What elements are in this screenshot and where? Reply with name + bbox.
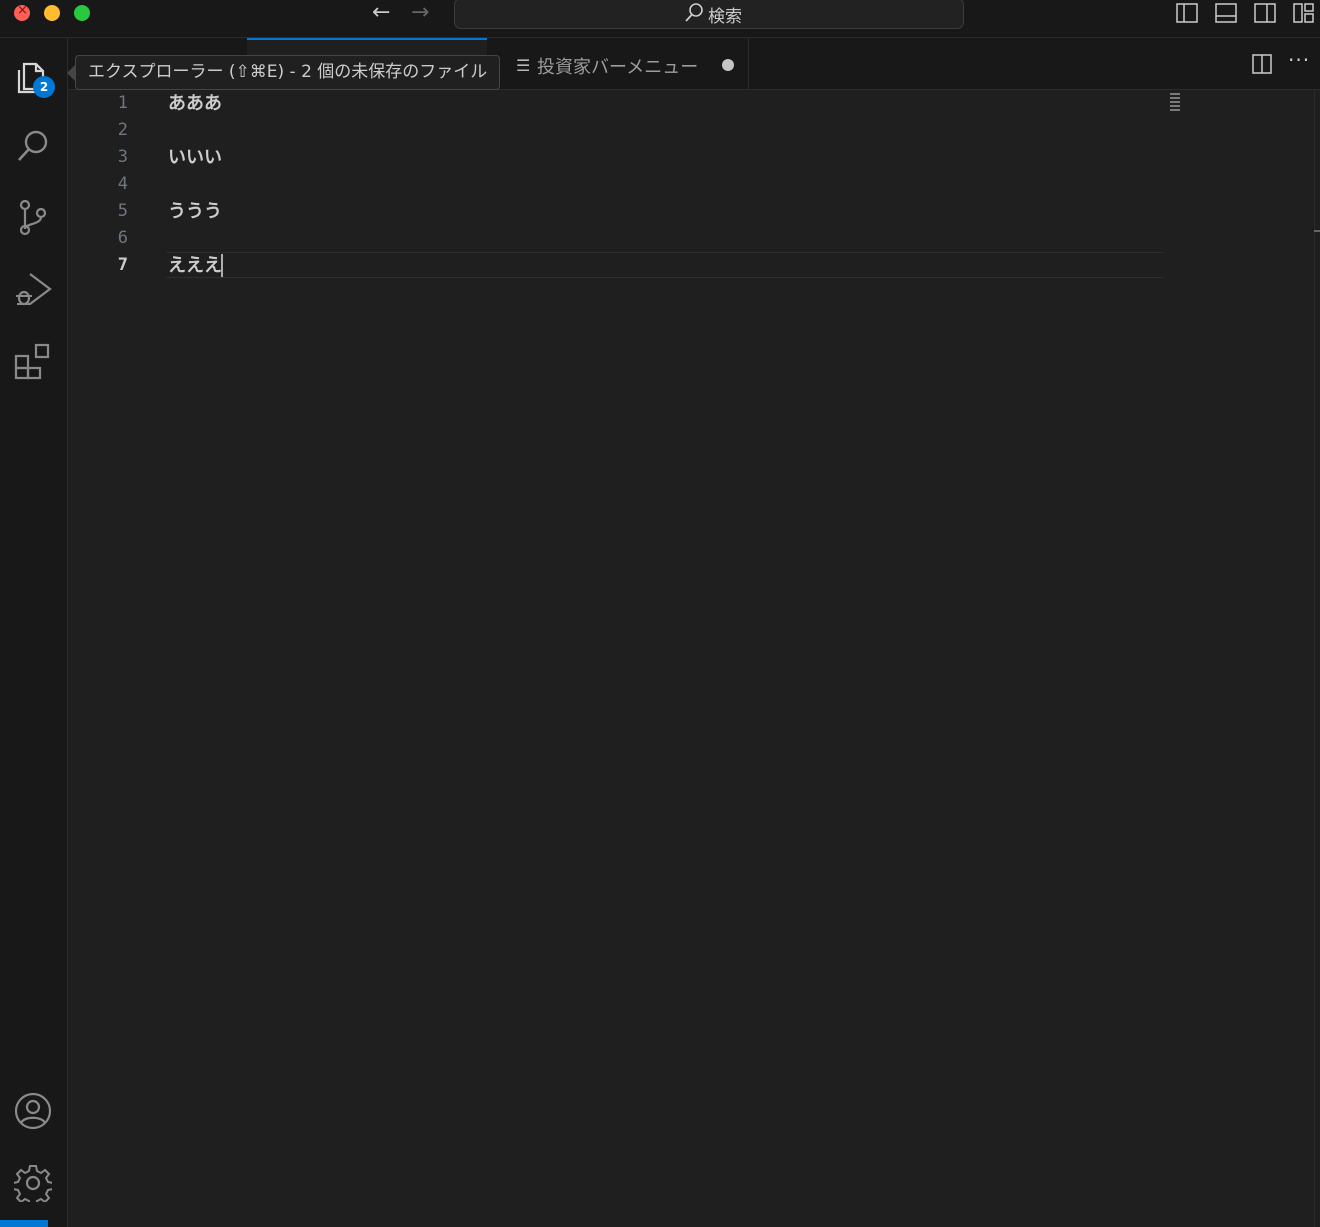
code-line[interactable]: 1 あああ xyxy=(68,90,1168,117)
tooltip-arrow xyxy=(67,65,75,81)
gear-icon[interactable] xyxy=(14,1164,52,1202)
search-label: 検索 xyxy=(708,7,742,27)
search-icon xyxy=(685,3,703,22)
code-line[interactable]: 4 xyxy=(68,171,1168,198)
toggle-primary-sidebar-icon[interactable] xyxy=(1176,3,1198,23)
vertical-scrollbar[interactable] xyxy=(1314,90,1320,1227)
explorer-badge: 2 xyxy=(33,76,55,98)
unsaved-dot-icon[interactable] xyxy=(722,59,734,71)
list-icon: ☰ xyxy=(516,56,531,75)
tab-label: 投資家バーメニュー xyxy=(537,57,699,78)
title-bar: ← → 検索 xyxy=(0,0,1320,38)
code-line[interactable]: 5 ううう xyxy=(68,198,1168,225)
scrollbar-cursor-marker xyxy=(1314,230,1320,232)
code-line[interactable]: 2 xyxy=(68,117,1168,144)
account-icon[interactable] xyxy=(14,1092,52,1130)
code-line-current[interactable]: 7 えええ xyxy=(68,252,1168,279)
line-text: いいい xyxy=(168,147,222,168)
customize-layout-icon[interactable] xyxy=(1293,3,1315,23)
minimize-window-button[interactable] xyxy=(44,5,60,21)
code-line[interactable]: 6 xyxy=(68,225,1168,252)
search-icon[interactable] xyxy=(14,126,52,164)
line-number: 5 xyxy=(117,201,128,221)
extensions-icon[interactable] xyxy=(14,342,52,380)
line-text: あああ xyxy=(168,93,222,114)
text-cursor xyxy=(221,254,223,277)
remote-indicator[interactable] xyxy=(0,1220,48,1227)
line-number: 2 xyxy=(117,120,128,140)
more-actions-icon[interactable]: ··· xyxy=(1288,48,1310,72)
toggle-panel-icon[interactable] xyxy=(1215,3,1237,23)
minimap-lines-icon[interactable] xyxy=(1168,92,1182,112)
run-debug-icon[interactable] xyxy=(14,270,52,308)
split-editor-icon[interactable] xyxy=(1252,54,1272,74)
close-window-button[interactable] xyxy=(14,3,30,21)
line-number: 6 xyxy=(117,228,128,248)
arrow-left-icon[interactable]: ← xyxy=(372,0,390,26)
source-control-icon[interactable] xyxy=(14,198,52,236)
line-text: えええ xyxy=(168,255,222,276)
line-number: 4 xyxy=(117,174,128,194)
line-text: ううう xyxy=(168,201,222,222)
line-number: 7 xyxy=(117,255,128,275)
toggle-secondary-sidebar-icon[interactable] xyxy=(1254,3,1276,23)
line-number: 1 xyxy=(117,93,128,113)
explorer-tooltip: エクスプローラー (⇧⌘E) - 2 個の未保存のファイル xyxy=(75,55,501,90)
code-line[interactable]: 3 いいい xyxy=(68,144,1168,171)
arrow-right-icon[interactable]: → xyxy=(411,0,429,26)
maximize-window-button[interactable] xyxy=(74,5,90,21)
line-number: 3 xyxy=(117,147,128,167)
